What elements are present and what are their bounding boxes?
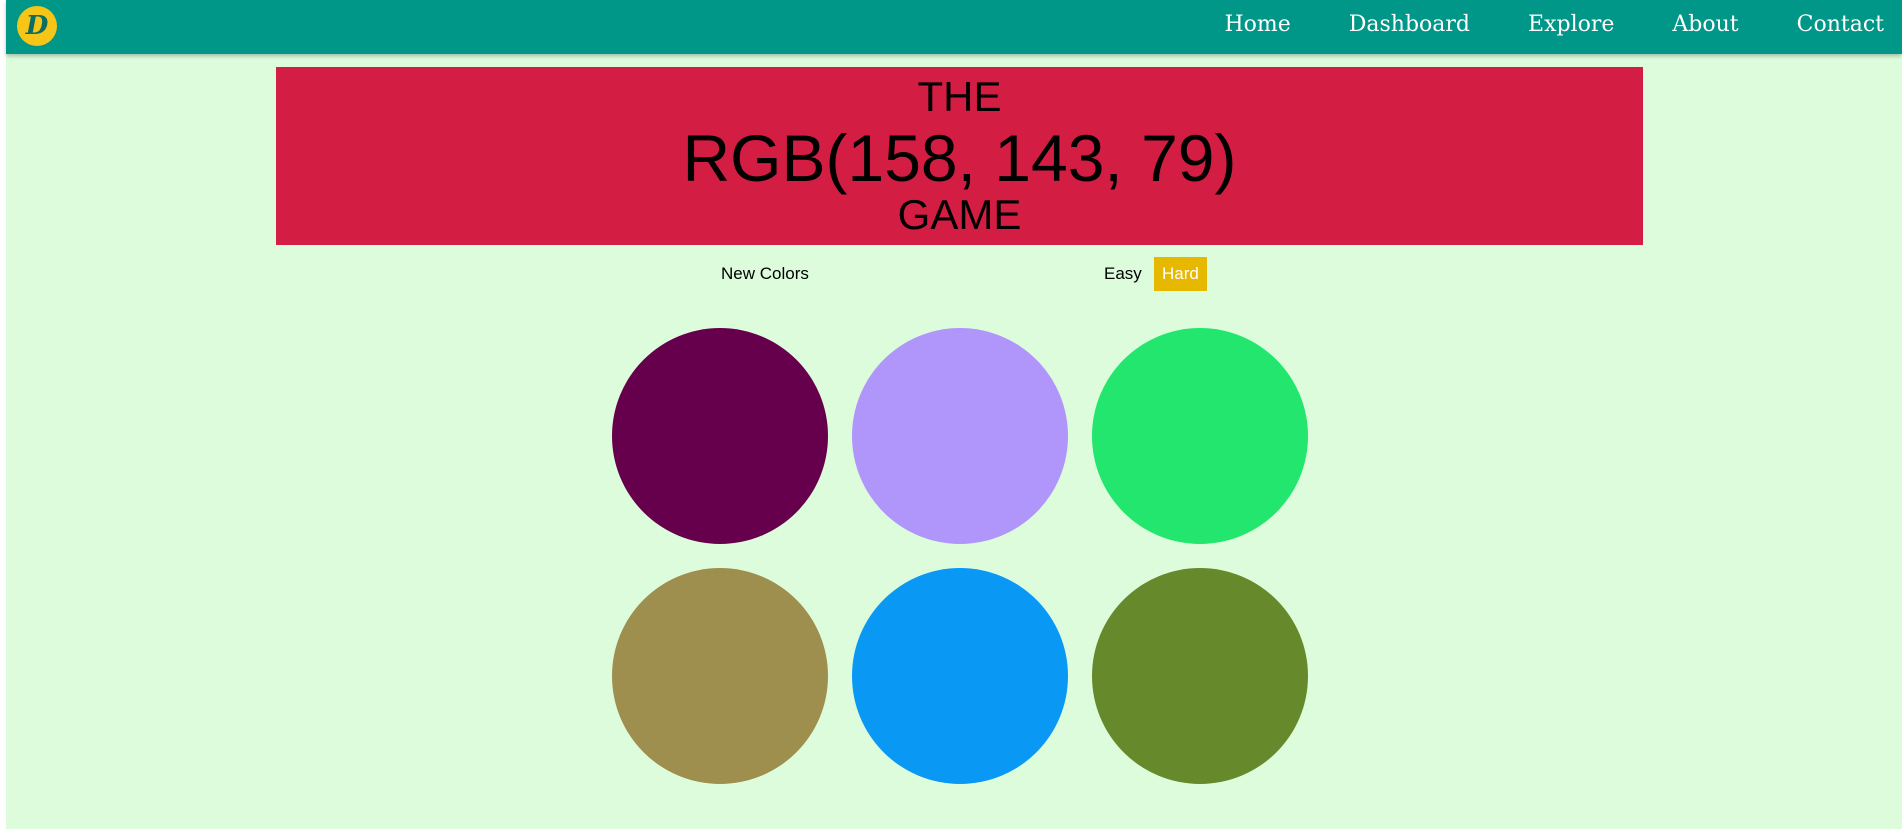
easy-mode-button[interactable]: Easy [1098,257,1148,291]
control-bar: New Colors Easy Hard [6,257,1902,291]
banner-title-bottom: GAME [897,191,1022,238]
page-background: D Home Dashboard Explore About Contact T… [6,0,1902,829]
nav-link-contact[interactable]: Contact [1797,12,1884,37]
nav-link-dashboard[interactable]: Dashboard [1349,12,1470,37]
color-swatch[interactable] [612,568,828,784]
nav-links: Home Dashboard Explore About Contact [1224,0,1902,48]
nav-link-about[interactable]: About [1672,12,1738,37]
color-swatch[interactable] [1092,328,1308,544]
navbar: D Home Dashboard Explore About Contact [6,0,1902,54]
banner-title-top: THE [917,73,1002,120]
logo-icon[interactable]: D [17,6,57,46]
color-swatch[interactable] [612,328,828,544]
new-colors-button[interactable]: New Colors [715,257,815,291]
hard-mode-button[interactable]: Hard [1154,257,1207,291]
color-swatch[interactable] [1092,568,1308,784]
color-swatch[interactable] [852,568,1068,784]
color-swatch[interactable] [852,328,1068,544]
game-banner: THE RGB(158, 143, 79) GAME [276,67,1643,245]
target-rgb-display: RGB(158, 143, 79) [682,121,1237,195]
nav-link-explore[interactable]: Explore [1528,12,1614,37]
nav-link-home[interactable]: Home [1224,12,1290,37]
